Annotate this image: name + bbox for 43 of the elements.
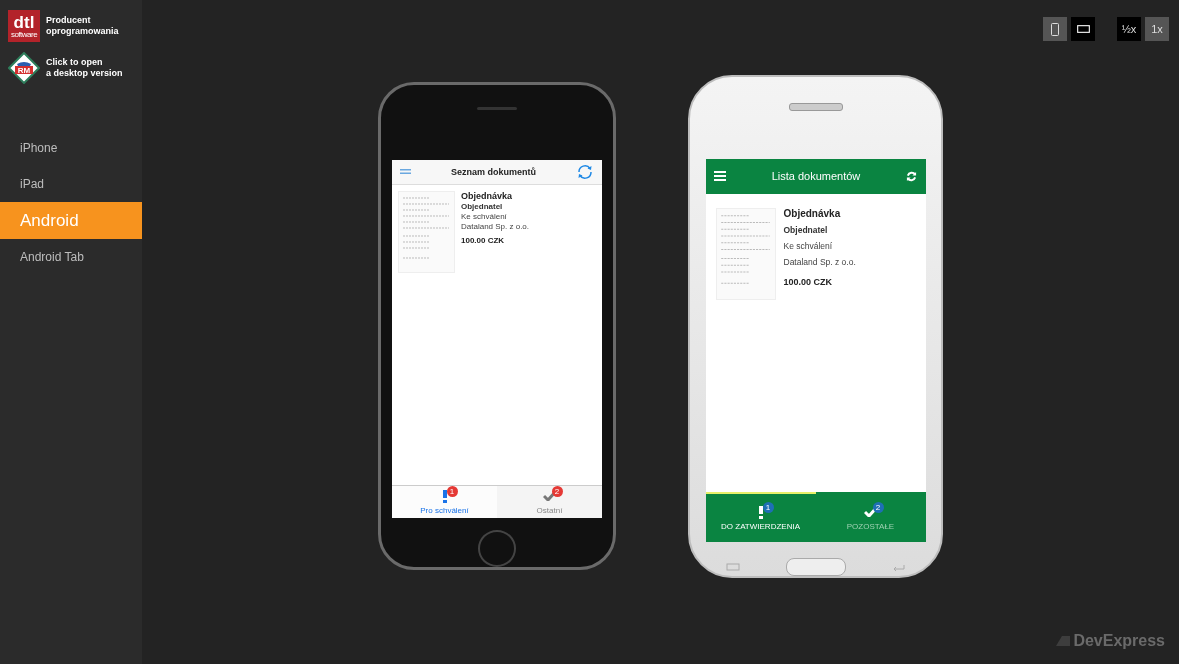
orientation-button[interactable] — [1071, 17, 1095, 41]
brand-logo-icon — [1056, 636, 1071, 646]
device-menu-item[interactable]: iPhone — [0, 130, 142, 166]
document-company: Dataland Sp. z o.o. — [461, 221, 530, 231]
refresh-icon[interactable] — [906, 170, 918, 182]
tab[interactable]: 2 Ostatní — [497, 486, 602, 519]
refresh-icon[interactable] — [576, 162, 594, 181]
header-title: Lista dokumentów — [771, 170, 861, 183]
desktop-app-logo[interactable]: RM — [8, 52, 40, 84]
tab[interactable]: 2 POZOSTAŁE — [815, 492, 926, 542]
document-subtitle: Objednatel — [783, 224, 829, 235]
count-badge: 1 — [762, 501, 774, 513]
count-badge: 2 — [551, 485, 563, 497]
phone-portrait-icon — [1051, 22, 1059, 36]
back-key-icon — [891, 563, 906, 571]
zoom-button[interactable]: ½x — [1117, 17, 1141, 41]
exclamation-icon — [441, 489, 448, 503]
device-menu-item[interactable]: Android Tab — [0, 239, 142, 275]
brand-name: DevExpress — [1073, 632, 1165, 650]
company-caption: Producent oprogramowania — [46, 15, 119, 37]
tab[interactable]: 1 Pro schválení — [392, 486, 497, 519]
menu-key-icon — [725, 563, 740, 571]
exclamation-icon — [757, 505, 764, 519]
document-title: Objednávka — [783, 207, 842, 219]
tab[interactable]: 1 DO ZATWIERDZENIA — [705, 492, 816, 542]
document-status: Ke schválení — [783, 240, 834, 251]
speaker-slot — [477, 107, 517, 110]
document-company: Dataland Sp. z o.o. — [783, 256, 856, 267]
zoom-button[interactable]: 1x — [1145, 17, 1169, 41]
document-amount: 100.00 CZK — [461, 235, 506, 245]
document-subtitle: Objednatel — [461, 201, 504, 211]
document-title: Objednávka — [461, 190, 514, 201]
document-amount: 100.00 CZK — [783, 276, 834, 287]
count-badge: 2 — [872, 501, 884, 513]
header-title: Seznam dokumentů — [451, 166, 536, 177]
company-logo: dtl software — [8, 10, 40, 42]
speaker-grill — [788, 103, 843, 111]
desktop-version-link[interactable]: Click to open a desktop version — [46, 57, 123, 79]
document-status: Ke schválení — [461, 211, 508, 221]
menu-icon[interactable] — [713, 171, 726, 182]
device-menu-item[interactable]: iPad — [0, 166, 142, 202]
count-badge: 1 — [446, 485, 458, 497]
phone-landscape-icon — [1076, 25, 1090, 33]
